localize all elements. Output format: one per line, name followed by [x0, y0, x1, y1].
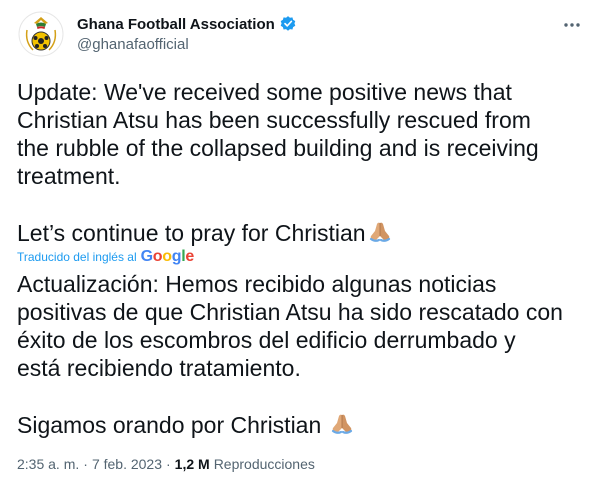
display-name[interactable]: Ghana Football Association: [77, 16, 275, 33]
translated-text-line: [17, 382, 592, 410]
author-name-row[interactable]: Ghana Football Association: [77, 14, 297, 34]
google-logo: Google: [140, 248, 195, 265]
translated-label: Traducido del inglés al: [17, 250, 137, 264]
avatar[interactable]: [17, 10, 65, 58]
separator: ·: [83, 456, 88, 472]
translated-text-line: Actualización: Hemos recibido algunas no…: [17, 271, 497, 297]
tweet-text-line: the rubble of the collapsed building and…: [17, 135, 539, 161]
tweet-text-line: treatment.: [17, 163, 121, 189]
views-label[interactable]: Reproducciones: [214, 456, 315, 472]
tweet-text-line: Update: We've received some positive new…: [17, 79, 512, 105]
translated-text-pray-line: Sigamos orando por Christian: [17, 410, 592, 439]
ghana-fa-crest-icon: [17, 10, 65, 58]
tweet-text: Update: We've received some positive new…: [17, 78, 587, 247]
folded-hands-icon: [367, 218, 393, 244]
tweet-footer: 2:35 a. m. · 7 feb. 2023 · 1,2 M Reprodu…: [17, 456, 315, 472]
translated-text-line: está recibiendo tratamiento.: [17, 355, 301, 381]
tweet: Ghana Football Association @ghanafaoffic…: [0, 0, 598, 481]
tweet-text-line: [17, 190, 587, 218]
verified-badge-icon: [279, 15, 297, 33]
views-count[interactable]: 1,2 M: [175, 456, 210, 472]
tweet-date[interactable]: 7 feb. 2023: [92, 456, 162, 472]
tweet-text-pray-line: Let’s continue to pray for Christian: [17, 218, 587, 247]
translated-text-line: positivas de que Christian Atsu ha sido …: [17, 299, 563, 325]
pray-line-text: Sigamos orando por Christian: [17, 412, 322, 438]
translated-text-line: éxito de los escombros del edificio derr…: [17, 327, 516, 353]
pray-line-text: Let’s continue to pray for Christian: [17, 220, 366, 246]
translation-attribution: Traducido del inglés al Google: [17, 247, 194, 267]
separator: ·: [166, 456, 171, 472]
folded-hands-icon: [329, 410, 355, 436]
tweet-time[interactable]: 2:35 a. m.: [17, 456, 79, 472]
more-options-icon[interactable]: [561, 14, 583, 36]
translated-text: Actualización: Hemos recibido algunas no…: [17, 270, 592, 439]
tweet-text-line: Christian Atsu has been successfully res…: [17, 107, 531, 133]
author-handle[interactable]: @ghanafaofficial: [77, 36, 189, 53]
